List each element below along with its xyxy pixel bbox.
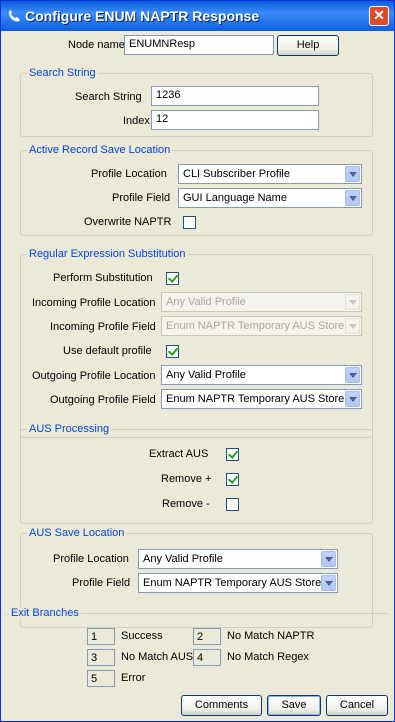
dialog-content: Node name ENUMNResp Help Search String S… xyxy=(5,31,390,719)
incoming-field-label: Incoming Profile Field xyxy=(50,321,156,333)
search-string-group: Search String Search String 1236 Index 1… xyxy=(20,67,373,137)
comments-button[interactable]: Comments xyxy=(181,695,262,716)
use-default-profile-label: Use default profile xyxy=(63,345,152,357)
phone-icon xyxy=(8,9,21,22)
profile-location-label: Profile Location xyxy=(91,168,167,180)
branch-number: 1 xyxy=(87,628,115,645)
aus-profile-location-select[interactable]: Any Valid Profile xyxy=(138,549,338,569)
aus-processing-group: AUS Processing Extract AUS Remove + Remo… xyxy=(20,423,373,524)
chevron-down-icon[interactable] xyxy=(321,575,336,591)
outgoing-field-select[interactable]: Enum NAPTR Temporary AUS Store xyxy=(161,389,362,409)
cancel-button[interactable]: Cancel xyxy=(326,695,388,716)
search-string-title: Search String xyxy=(27,67,98,79)
chevron-down-icon xyxy=(345,294,360,310)
remove-plus-label: Remove + xyxy=(161,473,212,485)
extract-aus-checkbox[interactable] xyxy=(226,448,239,461)
branch-number: 3 xyxy=(87,649,115,666)
outgoing-field-value: Enum NAPTR Temporary AUS Store xyxy=(166,393,345,405)
profile-field-label: Profile Field xyxy=(112,192,171,204)
aus-save-title: AUS Save Location xyxy=(27,527,127,539)
regex-group: Regular Expression Substitution Perform … xyxy=(20,248,373,438)
chevron-down-icon[interactable] xyxy=(345,367,360,383)
close-button[interactable]: ✕ xyxy=(369,6,389,26)
branch-label: No Match NAPTR xyxy=(227,630,315,642)
perform-substitution-label: Perform Substitution xyxy=(53,272,153,284)
title-bar[interactable]: Configure ENUM NAPTR Response ✕ xyxy=(1,1,394,31)
close-icon: ✕ xyxy=(373,7,385,23)
help-button[interactable]: Help xyxy=(277,35,339,56)
aus-profile-field-label: Profile Field xyxy=(72,577,131,589)
profile-field-select[interactable]: GUI Language Name xyxy=(178,188,362,208)
remove-minus-checkbox[interactable] xyxy=(226,498,239,511)
remove-minus-label: Remove - xyxy=(162,498,210,510)
extract-aus-label: Extract AUS xyxy=(149,448,209,460)
dialog-window: Configure ENUM NAPTR Response ✕ Node nam… xyxy=(0,0,395,722)
chevron-down-icon[interactable] xyxy=(345,391,360,407)
outgoing-location-select[interactable]: Any Valid Profile xyxy=(161,365,362,385)
branch-label: Success xyxy=(121,630,163,642)
node-name-input[interactable]: ENUMNResp xyxy=(124,35,274,55)
incoming-field-select: Enum NAPTR Temporary AUS Store xyxy=(161,316,362,336)
branch-number: 2 xyxy=(193,628,221,645)
aus-processing-title: AUS Processing xyxy=(27,423,112,435)
use-default-profile-checkbox[interactable] xyxy=(166,345,179,358)
branch-label: Error xyxy=(121,672,146,684)
profile-location-select[interactable]: CLI Subscriber Profile xyxy=(178,164,362,184)
active-record-title: Active Record Save Location xyxy=(27,144,173,156)
perform-substitution-checkbox[interactable] xyxy=(166,272,179,285)
incoming-field-value: Enum NAPTR Temporary AUS Store xyxy=(166,320,345,332)
chevron-down-icon[interactable] xyxy=(345,166,360,182)
branch-label: No Match AUS xyxy=(121,651,194,663)
remove-plus-checkbox[interactable] xyxy=(226,473,239,486)
overwrite-naptr-label: Overwrite NAPTR xyxy=(84,216,172,228)
outgoing-field-label: Outgoing Profile Field xyxy=(50,394,156,406)
exit-branches-title: Exit Branches xyxy=(9,607,81,619)
aus-profile-field-select[interactable]: Enum NAPTR Temporary AUS Store xyxy=(138,573,338,593)
branch-number: 5 xyxy=(87,670,115,687)
index-input[interactable]: 12 xyxy=(151,110,319,130)
aus-profile-field-value: Enum NAPTR Temporary AUS Store xyxy=(143,577,322,589)
chevron-down-icon xyxy=(345,318,360,334)
overwrite-naptr-checkbox[interactable] xyxy=(183,216,196,229)
profile-field-value: GUI Language Name xyxy=(183,192,287,204)
aus-profile-location-value: Any Valid Profile xyxy=(143,553,223,565)
aus-profile-location-label: Profile Location xyxy=(53,553,129,565)
exit-branches-group: Exit Branches 1 Success 2 No Match NAPTR… xyxy=(5,607,390,688)
index-label: Index xyxy=(123,115,150,127)
search-string-input[interactable]: 1236 xyxy=(151,86,319,106)
active-record-group: Active Record Save Location Profile Loca… xyxy=(20,144,373,236)
window-title: Configure ENUM NAPTR Response xyxy=(25,8,260,24)
outgoing-location-label: Outgoing Profile Location xyxy=(32,370,156,382)
branch-label: No Match Regex xyxy=(227,651,309,663)
incoming-location-label: Incoming Profile Location xyxy=(32,297,156,309)
incoming-location-select: Any Valid Profile xyxy=(161,292,362,312)
incoming-location-value: Any Valid Profile xyxy=(166,296,246,308)
chevron-down-icon[interactable] xyxy=(321,551,336,567)
save-button[interactable]: Save xyxy=(267,695,321,716)
profile-location-value: CLI Subscriber Profile xyxy=(183,168,290,180)
search-string-label: Search String xyxy=(75,91,142,103)
chevron-down-icon[interactable] xyxy=(345,190,360,206)
outgoing-location-value: Any Valid Profile xyxy=(166,369,246,381)
branch-number: 4 xyxy=(193,649,221,666)
regex-title: Regular Expression Substitution xyxy=(27,248,188,260)
node-name-label: Node name xyxy=(68,39,125,51)
